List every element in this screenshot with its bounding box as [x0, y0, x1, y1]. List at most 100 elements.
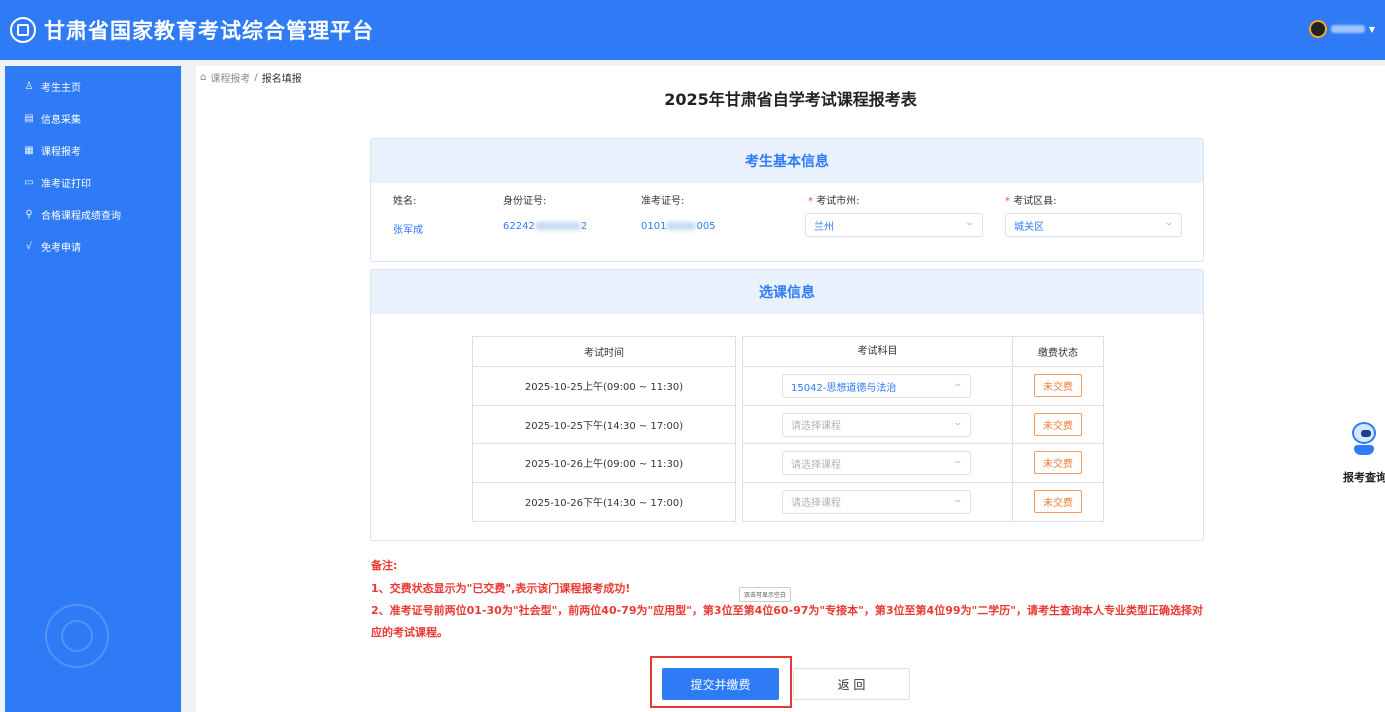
avatar[interactable]	[1308, 20, 1327, 38]
subject-header-row: 考试科目 缴费状态	[743, 336, 1103, 367]
subject-select[interactable]: 15042-思想道德与法治 ⌄	[782, 374, 971, 398]
search-icon: ⚲	[25, 208, 33, 220]
submit-pay-button[interactable]: 提交并缴费	[662, 668, 779, 700]
redacted-mask	[666, 222, 697, 230]
sidebar-item-label: 信息采集	[41, 114, 81, 126]
id-number-label: 身份证号:	[503, 196, 547, 207]
breadcrumb-separator: /	[254, 72, 258, 83]
card-icon: ▭	[24, 176, 34, 188]
breadcrumb: ⌂ 课程报考 / 报名填报	[200, 70, 302, 85]
course-info-card: 选课信息 考试时间 2025-10-25上午(09:00 ~ 11:30) 20…	[370, 269, 1204, 541]
table-row: 请选择课程 ⌄ 未交费	[743, 405, 1103, 444]
sidebar-item-admission-ticket[interactable]: ▭ 准考证打印	[5, 166, 181, 198]
city-select[interactable]: 兰州 ⌄	[805, 213, 983, 237]
city-select-value: 兰州	[814, 221, 834, 233]
status-badge: 未交费	[1034, 490, 1082, 514]
ticket-number-prefix: 0101	[641, 221, 667, 232]
status-badge: 未交费	[1034, 451, 1082, 475]
chevron-down-icon: ⌄	[952, 456, 964, 466]
status-badge: 未交费	[1034, 374, 1082, 398]
sidebar-item-label: 课程报考	[41, 146, 81, 158]
float-widget-label[interactable]: 报考查询	[1343, 469, 1385, 485]
breadcrumb-parent[interactable]: 课程报考	[210, 70, 250, 85]
robot-assistant-icon[interactable]	[1346, 418, 1382, 458]
user-menu[interactable]: ▼	[1308, 20, 1375, 38]
chevron-down-icon: ⌄	[952, 494, 964, 505]
form-icon: ▤	[24, 112, 34, 124]
subject-cell: 15042-思想道德与法治 ⌄	[743, 367, 1013, 405]
chevron-down-icon: ⌄	[952, 417, 964, 428]
ticket-number-suffix: 005	[696, 221, 716, 232]
table-cell-time: 2025-10-26下午(14:30 ~ 17:00)	[524, 498, 684, 510]
check-icon: √	[25, 240, 33, 252]
table-row: 请选择课程 ⌄ 未交费	[743, 444, 1103, 483]
back-button[interactable]: 返 回	[793, 668, 910, 700]
chevron-down-icon: ⌄	[952, 379, 964, 389]
subject-select[interactable]: 请选择课程 ⌄	[782, 489, 971, 514]
subject-cell: 请选择课程 ⌄	[743, 405, 1013, 443]
subject-select-placeholder: 请选择课程	[791, 459, 841, 471]
basic-info-card: 考生基本信息 姓名: 张军成 身份证号: 62242 2 准考证号: 0101 00…	[370, 138, 1204, 262]
id-number-value: 62242 2	[503, 221, 587, 232]
status-cell: 未交费	[1013, 451, 1103, 475]
required-mark: *	[808, 196, 813, 207]
sidebar-item-info-collection[interactable]: ▤ 信息采集	[5, 102, 181, 134]
table-cell-time: 2025-10-25上午(09:00 ~ 11:30)	[473, 367, 735, 406]
district-label: * 考试区县:	[1005, 192, 1057, 207]
required-mark: *	[1005, 196, 1010, 207]
sidebar-item-label: 免考申请	[41, 242, 81, 254]
basic-info-heading: 考生基本信息	[371, 139, 1203, 183]
sidebar-item-label: 考生主页	[41, 82, 81, 94]
list-icon: ▦	[24, 144, 34, 156]
district-select[interactable]: 城关区 ⌄	[1005, 213, 1182, 237]
chevron-down-icon: ⌄	[964, 218, 976, 228]
ticket-number-label: 准考证号:	[641, 196, 685, 207]
name-label: 姓名:	[393, 196, 417, 207]
subject-select-placeholder: 请选择课程	[791, 421, 841, 432]
sidebar-item-course-registration[interactable]: ▦ 课程报考	[5, 134, 181, 166]
redacted-mask	[534, 222, 581, 230]
chevron-down-icon: ⌄	[1163, 218, 1175, 228]
user-icon: ♙	[24, 80, 34, 92]
tooltip: 双击可显示空白	[739, 587, 792, 602]
user-name-redacted	[1330, 25, 1365, 33]
status-cell: 未交费	[1013, 412, 1103, 436]
id-number-field: 身份证号: 62242 2	[503, 192, 587, 232]
name-value: 张军成	[393, 225, 423, 236]
subject-select[interactable]: 请选择课程 ⌄	[782, 451, 971, 475]
table-cell-time: 2025-10-25下午(14:30 ~ 17:00)	[473, 406, 735, 444]
sidebar-item-home[interactable]: ♙ 考生主页	[5, 70, 181, 102]
ticket-number-field: 准考证号: 0101 005	[641, 192, 716, 232]
table-row: 请选择课程 ⌄ 未交费	[743, 482, 1103, 521]
column-header-subject: 考试科目	[743, 336, 1013, 367]
page-title: 2025年甘肃省自学考试课程报考表	[664, 90, 917, 109]
ticket-number-value: 0101 005	[641, 221, 716, 232]
column-header-status: 缴费状态	[1038, 348, 1078, 359]
main-content: ⌂ 课程报考 / 报名填报 2025年甘肃省自学考试课程报考表 考生基本信息 姓…	[196, 66, 1385, 712]
sidebar-item-label: 准考证打印	[41, 178, 91, 190]
name-field: 姓名: 张军成	[393, 192, 423, 236]
column-header-time: 考试时间	[473, 337, 735, 367]
status-cell: 未交费	[1013, 490, 1103, 514]
city-label-text: 考试市州:	[816, 196, 860, 207]
platform-title: 甘肃省国家教育考试综合管理平台	[44, 19, 374, 43]
breadcrumb-current: 报名填报	[261, 74, 302, 85]
id-number-suffix: 2	[580, 221, 588, 232]
home-icon[interactable]: ⌂	[200, 72, 206, 83]
subject-cell: 请选择课程 ⌄	[743, 482, 1013, 521]
sidebar-item-score-query[interactable]: ⚲ 合格课程成绩查询	[5, 198, 181, 230]
exam-time-column: 考试时间 2025-10-25上午(09:00 ~ 11:30) 2025-10…	[472, 336, 736, 522]
top-bar: 甘肃省国家教育考试综合管理平台 ▼	[0, 0, 1385, 60]
city-label: * 考试市州:	[808, 192, 860, 207]
caret-down-icon[interactable]: ▼	[1369, 25, 1375, 34]
subject-select[interactable]: 请选择课程 ⌄	[782, 412, 971, 437]
course-info-heading: 选课信息	[371, 270, 1203, 314]
sidebar-item-exemption[interactable]: √ 免考申请	[5, 230, 181, 262]
table-row: 15042-思想道德与法治 ⌄ 未交费	[743, 367, 1103, 406]
sidebar-item-label: 合格课程成绩查询	[41, 210, 121, 222]
status-cell: 未交费	[1013, 374, 1103, 398]
sidebar: ♙ 考生主页 ▤ 信息采集 ▦ 课程报考 ▭ 准考证打印 ⚲ 合格课程成绩查询 …	[5, 66, 181, 712]
id-number-prefix: 62242	[503, 221, 535, 232]
status-badge: 未交费	[1034, 412, 1082, 436]
table-cell-time: 2025-10-26上午(09:00 ~ 11:30)	[473, 444, 735, 483]
